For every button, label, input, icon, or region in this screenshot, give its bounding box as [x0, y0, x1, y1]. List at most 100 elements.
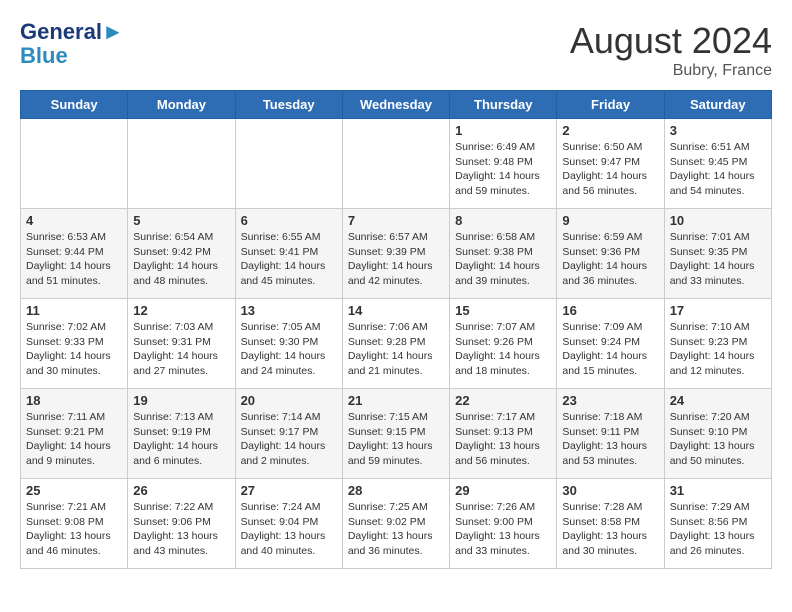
header-day-monday: Monday — [128, 91, 235, 119]
day-detail: Sunrise: 6:55 AMSunset: 9:41 PMDaylight:… — [241, 230, 337, 289]
day-number: 27 — [241, 483, 337, 498]
day-cell-12: 12 Sunrise: 7:03 AMSunset: 9:31 PMDayligh… — [128, 299, 235, 389]
day-number: 14 — [348, 303, 444, 318]
day-number: 3 — [670, 123, 766, 138]
calendar-table: SundayMondayTuesdayWednesdayThursdayFrid… — [20, 90, 772, 569]
day-number: 29 — [455, 483, 551, 498]
day-cell-23: 23 Sunrise: 7:18 AMSunset: 9:11 PMDayligh… — [557, 389, 664, 479]
day-cell-28: 28 Sunrise: 7:25 AMSunset: 9:02 PMDayligh… — [342, 479, 449, 569]
day-number: 30 — [562, 483, 658, 498]
day-detail: Sunrise: 7:10 AMSunset: 9:23 PMDaylight:… — [670, 320, 766, 379]
day-detail: Sunrise: 6:51 AMSunset: 9:45 PMDaylight:… — [670, 140, 766, 199]
day-number: 12 — [133, 303, 229, 318]
day-detail: Sunrise: 7:18 AMSunset: 9:11 PMDaylight:… — [562, 410, 658, 469]
day-detail: Sunrise: 6:53 AMSunset: 9:44 PMDaylight:… — [26, 230, 122, 289]
day-cell-20: 20 Sunrise: 7:14 AMSunset: 9:17 PMDayligh… — [235, 389, 342, 479]
day-cell-6: 6 Sunrise: 6:55 AMSunset: 9:41 PMDaylight… — [235, 209, 342, 299]
day-detail: Sunrise: 7:09 AMSunset: 9:24 PMDaylight:… — [562, 320, 658, 379]
day-cell-27: 27 Sunrise: 7:24 AMSunset: 9:04 PMDayligh… — [235, 479, 342, 569]
day-cell-1: 1 Sunrise: 6:49 AMSunset: 9:48 PMDaylight… — [450, 119, 557, 209]
calendar-body: 1 Sunrise: 6:49 AMSunset: 9:48 PMDaylight… — [21, 119, 772, 569]
day-number: 26 — [133, 483, 229, 498]
day-detail: Sunrise: 7:13 AMSunset: 9:19 PMDaylight:… — [133, 410, 229, 469]
day-number: 15 — [455, 303, 551, 318]
day-detail: Sunrise: 6:58 AMSunset: 9:38 PMDaylight:… — [455, 230, 551, 289]
day-cell-17: 17 Sunrise: 7:10 AMSunset: 9:23 PMDayligh… — [664, 299, 771, 389]
day-detail: Sunrise: 7:14 AMSunset: 9:17 PMDaylight:… — [241, 410, 337, 469]
header-day-thursday: Thursday — [450, 91, 557, 119]
day-detail: Sunrise: 7:25 AMSunset: 9:02 PMDaylight:… — [348, 500, 444, 559]
day-cell-5: 5 Sunrise: 6:54 AMSunset: 9:42 PMDaylight… — [128, 209, 235, 299]
empty-cell — [128, 119, 235, 209]
day-detail: Sunrise: 7:29 AMSunset: 8:56 PMDaylight:… — [670, 500, 766, 559]
day-detail: Sunrise: 7:02 AMSunset: 9:33 PMDaylight:… — [26, 320, 122, 379]
day-number: 17 — [670, 303, 766, 318]
day-cell-7: 7 Sunrise: 6:57 AMSunset: 9:39 PMDaylight… — [342, 209, 449, 299]
day-number: 24 — [670, 393, 766, 408]
day-detail: Sunrise: 7:15 AMSunset: 9:15 PMDaylight:… — [348, 410, 444, 469]
day-detail: Sunrise: 6:50 AMSunset: 9:47 PMDaylight:… — [562, 140, 658, 199]
day-detail: Sunrise: 6:54 AMSunset: 9:42 PMDaylight:… — [133, 230, 229, 289]
day-number: 22 — [455, 393, 551, 408]
day-number: 23 — [562, 393, 658, 408]
day-number: 7 — [348, 213, 444, 228]
calendar-header: SundayMondayTuesdayWednesdayThursdayFrid… — [21, 91, 772, 119]
day-number: 20 — [241, 393, 337, 408]
day-number: 1 — [455, 123, 551, 138]
day-cell-26: 26Sunrise: 7:22 AMSunset: 9:06 PMDayligh… — [128, 479, 235, 569]
day-detail: Sunrise: 7:06 AMSunset: 9:28 PMDaylight:… — [348, 320, 444, 379]
day-detail: Sunrise: 7:03 AMSunset: 9:31 PMDaylight:… — [133, 320, 229, 379]
day-number: 19 — [133, 393, 229, 408]
day-number: 4 — [26, 213, 122, 228]
day-number: 2 — [562, 123, 658, 138]
day-cell-31: 31 Sunrise: 7:29 AMSunset: 8:56 PMDayligh… — [664, 479, 771, 569]
day-cell-25: 25 Sunrise: 7:21 AMSunset: 9:08 PMDayligh… — [21, 479, 128, 569]
logo: General► Blue — [20, 20, 124, 68]
day-number: 18 — [26, 393, 122, 408]
day-number: 13 — [241, 303, 337, 318]
week-row-1: 1 Sunrise: 6:49 AMSunset: 9:48 PMDaylight… — [21, 119, 772, 209]
day-number: 8 — [455, 213, 551, 228]
day-detail: Sunrise: 7:20 AMSunset: 9:10 PMDaylight:… — [670, 410, 766, 469]
day-number: 25 — [26, 483, 122, 498]
day-number: 21 — [348, 393, 444, 408]
week-row-2: 4 Sunrise: 6:53 AMSunset: 9:44 PMDaylight… — [21, 209, 772, 299]
day-cell-14: 14 Sunrise: 7:06 AMSunset: 9:28 PMDayligh… — [342, 299, 449, 389]
day-number: 9 — [562, 213, 658, 228]
day-number: 11 — [26, 303, 122, 318]
day-detail: Sunrise: 7:11 AMSunset: 9:21 PMDaylight:… — [26, 410, 122, 469]
day-detail: Sunrise: 7:24 AMSunset: 9:04 PMDaylight:… — [241, 500, 337, 559]
day-cell-9: 9 Sunrise: 6:59 AMSunset: 9:36 PMDaylight… — [557, 209, 664, 299]
day-number: 10 — [670, 213, 766, 228]
page-header: General► Blue August 2024 Bubry, France — [20, 20, 772, 80]
day-detail: Sunrise: 6:49 AMSunset: 9:48 PMDaylight:… — [455, 140, 551, 199]
day-cell-18: 18 Sunrise: 7:11 AMSunset: 9:21 PMDayligh… — [21, 389, 128, 479]
day-number: 28 — [348, 483, 444, 498]
day-number: 6 — [241, 213, 337, 228]
header-day-wednesday: Wednesday — [342, 91, 449, 119]
empty-cell — [342, 119, 449, 209]
header-row: SundayMondayTuesdayWednesdayThursdayFrid… — [21, 91, 772, 119]
day-detail: Sunrise: 7:01 AMSunset: 9:35 PMDaylight:… — [670, 230, 766, 289]
day-cell-22: 22Sunrise: 7:17 AMSunset: 9:13 PMDayligh… — [450, 389, 557, 479]
empty-cell — [235, 119, 342, 209]
day-cell-19: 19 Sunrise: 7:13 AMSunset: 9:19 PMDayligh… — [128, 389, 235, 479]
week-row-5: 25 Sunrise: 7:21 AMSunset: 9:08 PMDayligh… — [21, 479, 772, 569]
day-cell-29: 29Sunrise: 7:26 AMSunset: 9:00 PMDayligh… — [450, 479, 557, 569]
day-cell-30: 30 Sunrise: 7:28 AMSunset: 8:58 PMDayligh… — [557, 479, 664, 569]
day-cell-15: 15Sunrise: 7:07 AMSunset: 9:26 PMDayligh… — [450, 299, 557, 389]
day-cell-8: 8 Sunrise: 6:58 AMSunset: 9:38 PMDaylight… — [450, 209, 557, 299]
day-detail: Sunrise: 7:28 AMSunset: 8:58 PMDaylight:… — [562, 500, 658, 559]
empty-cell — [21, 119, 128, 209]
header-day-friday: Friday — [557, 91, 664, 119]
week-row-3: 11 Sunrise: 7:02 AMSunset: 9:33 PMDayligh… — [21, 299, 772, 389]
day-detail: Sunrise: 7:21 AMSunset: 9:08 PMDaylight:… — [26, 500, 122, 559]
header-day-saturday: Saturday — [664, 91, 771, 119]
day-number: 31 — [670, 483, 766, 498]
day-detail: Sunrise: 6:59 AMSunset: 9:36 PMDaylight:… — [562, 230, 658, 289]
day-detail: Sunrise: 6:57 AMSunset: 9:39 PMDaylight:… — [348, 230, 444, 289]
day-number: 5 — [133, 213, 229, 228]
logo-text: General► Blue — [20, 20, 124, 68]
day-detail: Sunrise: 7:05 AMSunset: 9:30 PMDaylight:… — [241, 320, 337, 379]
day-cell-21: 21 Sunrise: 7:15 AMSunset: 9:15 PMDayligh… — [342, 389, 449, 479]
